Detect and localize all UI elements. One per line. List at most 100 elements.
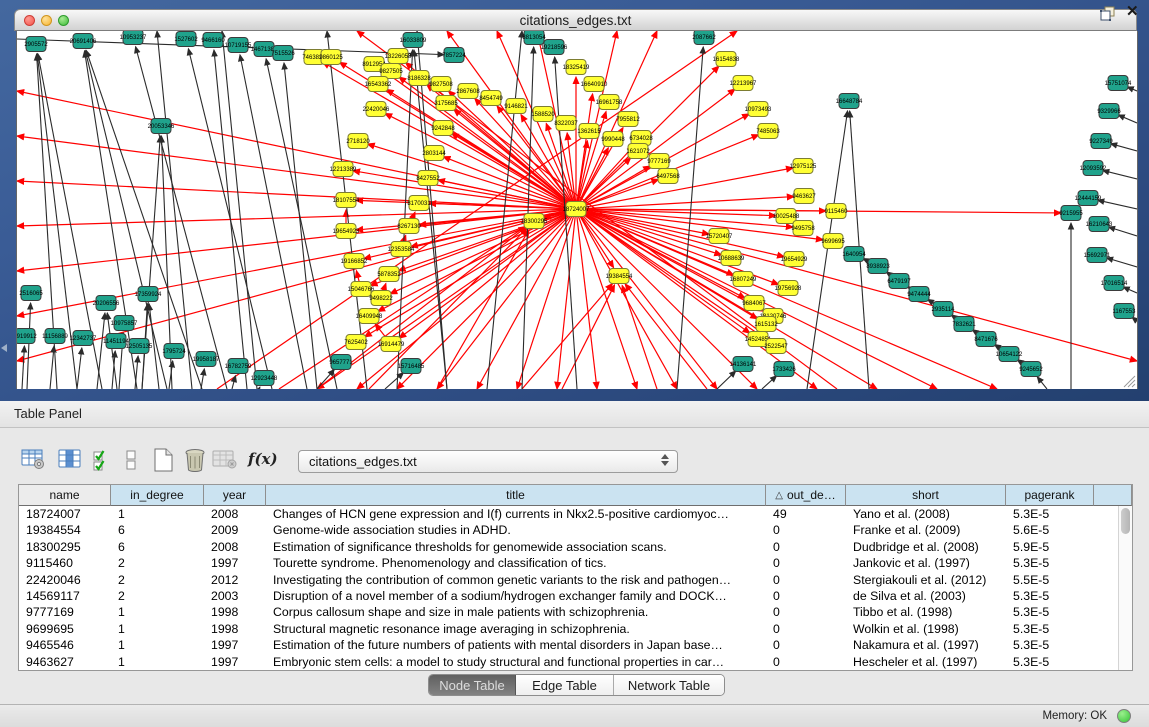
- graph-node-10973493[interactable]: 10973493: [745, 102, 772, 117]
- graph-node-8938923[interactable]: 8938923: [866, 259, 890, 274]
- stacked-boxes-icon[interactable]: [125, 448, 139, 472]
- cell-title[interactable]: Estimation of significance thresholds fo…: [266, 539, 766, 555]
- graph-node-17016514[interactable]: 17016514: [1101, 276, 1128, 291]
- cell-pagerank[interactable]: 5.6E-5: [1006, 522, 1094, 538]
- memory-ok-indicator[interactable]: [1117, 709, 1131, 723]
- cell-out_de[interactable]: 0: [766, 522, 846, 538]
- graph-node-9990448[interactable]: 9990448: [601, 132, 625, 147]
- graph-node-11156889[interactable]: 11156889: [42, 329, 68, 344]
- graph-node-17359924[interactable]: 17359924: [135, 287, 162, 302]
- graph-node-15692971[interactable]: 15692971: [1084, 248, 1111, 263]
- cell-pagerank[interactable]: 5.3E-5: [1006, 588, 1094, 604]
- cell-pagerank[interactable]: 5.3E-5: [1006, 654, 1094, 670]
- graph-node-1615132[interactable]: 1615132: [754, 317, 778, 332]
- cell-pagerank[interactable]: 5.5E-5: [1006, 572, 1094, 588]
- column-header-title[interactable]: title: [266, 485, 766, 506]
- cell-name[interactable]: 19384554: [19, 522, 111, 538]
- graph-node-19958187[interactable]: 19958187: [193, 352, 220, 367]
- cell-in_degree[interactable]: 2: [111, 572, 204, 588]
- graph-node-9245652[interactable]: 9245652: [1019, 362, 1043, 377]
- cell-year[interactable]: 1998: [204, 621, 266, 637]
- graph-node-18300295[interactable]: 18300295: [521, 214, 548, 229]
- graph-node-8454749[interactable]: 8454749: [479, 91, 503, 106]
- graph-node-18325419[interactable]: 18325419: [563, 60, 590, 75]
- table-row[interactable]: 977716911998Corpus callosum shape and si…: [19, 604, 1132, 620]
- table-selector-dropdown[interactable]: citations_edges.txt: [298, 450, 678, 473]
- delete-trash-icon[interactable]: [184, 448, 206, 472]
- network-window-titlebar[interactable]: citations_edges.txt: [14, 9, 1137, 31]
- cell-title[interactable]: Tourette syndrome. Phenomenology and cla…: [266, 555, 766, 571]
- new-file-icon[interactable]: [152, 448, 176, 472]
- cell-name[interactable]: 9463627: [19, 654, 111, 670]
- graph-node-5878352[interactable]: 5878352: [377, 267, 401, 282]
- graph-node-2803144[interactable]: 2803144: [422, 146, 446, 161]
- graph-node-16914479[interactable]: 16914479: [378, 337, 405, 352]
- cell-year[interactable]: 2009: [204, 522, 266, 538]
- table-row[interactable]: 946554611997Estimation of the future num…: [19, 637, 1132, 653]
- graph-node-16210643[interactable]: 16210643: [1086, 217, 1113, 232]
- cell-in_degree[interactable]: 6: [111, 539, 204, 555]
- cell-year[interactable]: 2008: [204, 539, 266, 555]
- graph-node-9463627[interactable]: 9463627: [792, 189, 816, 204]
- cell-out_de[interactable]: 0: [766, 555, 846, 571]
- graph-node-19756928[interactable]: 19756928: [775, 281, 802, 296]
- window-resize-grip-icon[interactable]: [1120, 372, 1136, 388]
- table-row[interactable]: 1938455462009Genome-wide association stu…: [19, 522, 1132, 538]
- cell-in_degree[interactable]: 2: [111, 588, 204, 604]
- cell-in_degree[interactable]: 1: [111, 506, 204, 522]
- network-view-canvas[interactable]: 2905572206914061095323715276029466160107…: [16, 31, 1138, 389]
- column-header-year[interactable]: year: [204, 485, 266, 506]
- cell-in_degree[interactable]: 1: [111, 637, 204, 653]
- cell-in_degree[interactable]: 2: [111, 555, 204, 571]
- graph-node-16640910[interactable]: 16640910: [581, 77, 608, 92]
- column-header-in_degree[interactable]: in_degree: [111, 485, 204, 506]
- graph-node-16409948[interactable]: 16409948: [356, 309, 383, 324]
- cell-name[interactable]: 18724007: [19, 506, 111, 522]
- cell-title[interactable]: Structural magnetic resonance image aver…: [266, 621, 766, 637]
- graph-node-19654923[interactable]: 19654923: [333, 224, 360, 239]
- graph-node-12923448[interactable]: 12923448: [251, 371, 278, 386]
- graph-node-1733426[interactable]: 1733426: [772, 362, 796, 377]
- graph-node-10654122[interactable]: 10654122: [996, 347, 1023, 362]
- table-disabled-icon[interactable]: [212, 448, 238, 470]
- graph-node-1621072[interactable]: 1621072: [626, 144, 650, 159]
- graph-node-18724007[interactable]: 18724007: [563, 202, 590, 217]
- graph-node-6479197[interactable]: 6479197: [887, 274, 911, 289]
- graph-node-20053346[interactable]: 20053346: [148, 119, 175, 134]
- table-row[interactable]: 969969511998Structural magnetic resonanc…: [19, 621, 1132, 637]
- cell-short[interactable]: de Silva et al. (2003): [846, 588, 1006, 604]
- graph-node-16543362[interactable]: 16543362: [365, 77, 392, 92]
- cell-name[interactable]: 18300295: [19, 539, 111, 555]
- cell-short[interactable]: Tibbo et al. (1998): [846, 604, 1006, 620]
- graph-node-3175685[interactable]: 3175685: [434, 96, 458, 111]
- cell-short[interactable]: Yano et al. (2008): [846, 506, 1006, 522]
- graph-node-8170031[interactable]: 8170031: [407, 196, 431, 211]
- graph-node-16961758[interactable]: 16961758: [596, 95, 623, 110]
- cell-year[interactable]: 2008: [204, 506, 266, 522]
- cell-pagerank[interactable]: 5.3E-5: [1006, 621, 1094, 637]
- graph-node-19654929[interactable]: 19654929: [781, 252, 808, 267]
- cell-pagerank[interactable]: 5.3E-5: [1006, 604, 1094, 620]
- cell-name[interactable]: 9777169: [19, 604, 111, 620]
- graph-node-9115460[interactable]: 9115460: [825, 204, 849, 219]
- graph-node-12093592[interactable]: 12093592: [1080, 161, 1107, 176]
- cell-in_degree[interactable]: 1: [111, 621, 204, 637]
- graph-node-12213389[interactable]: 12213389: [330, 162, 357, 177]
- graph-node-2087662[interactable]: 2087662: [692, 31, 716, 45]
- cell-short[interactable]: Jankovic et al. (1997): [846, 555, 1006, 571]
- graph-node-16648784[interactable]: 16648784: [836, 94, 863, 109]
- table-column-icon[interactable]: [58, 448, 83, 470]
- table-scrollbar[interactable]: [1118, 506, 1132, 670]
- graph-node-19218596[interactable]: 19218596: [541, 40, 568, 55]
- graph-node-22420046[interactable]: 22420046: [363, 102, 390, 117]
- cell-out_de[interactable]: 0: [766, 654, 846, 670]
- graph-node-6497568[interactable]: 6497568: [656, 169, 680, 184]
- cell-year[interactable]: 2012: [204, 572, 266, 588]
- graph-node-7515526[interactable]: 7515526: [271, 46, 295, 61]
- graph-node-9684067[interactable]: 9684067: [742, 296, 766, 311]
- graph-node-15720407[interactable]: 15720407: [706, 229, 733, 244]
- graph-node-2522547[interactable]: 2522547: [764, 339, 788, 354]
- graph-node-9466160[interactable]: 9466160: [201, 33, 225, 48]
- cell-name[interactable]: 9465546: [19, 637, 111, 653]
- cell-year[interactable]: 1997: [204, 654, 266, 670]
